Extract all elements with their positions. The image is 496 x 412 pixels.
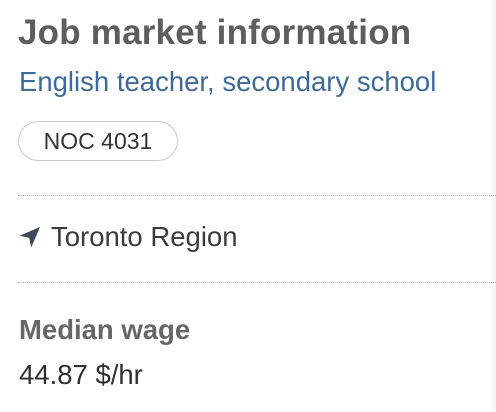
median-wage-label: Median wage xyxy=(19,314,191,345)
occupation-link[interactable]: English teacher, secondary school xyxy=(19,66,436,98)
divider xyxy=(18,195,496,196)
location-arrow-icon xyxy=(18,225,42,249)
noc-badge-label: NOC 4031 xyxy=(43,127,153,154)
divider xyxy=(18,282,496,283)
location-selector[interactable]: Toronto Region xyxy=(18,219,238,255)
noc-badge[interactable]: NOC 4031 xyxy=(18,121,178,161)
median-wage-value: 44.87 $/hr xyxy=(19,359,143,390)
page-title: Job market information xyxy=(18,13,412,52)
job-market-card: Job market information English teacher, … xyxy=(0,0,496,412)
location-label: Toronto Region xyxy=(51,221,238,252)
card-edge-shadow xyxy=(488,0,496,412)
